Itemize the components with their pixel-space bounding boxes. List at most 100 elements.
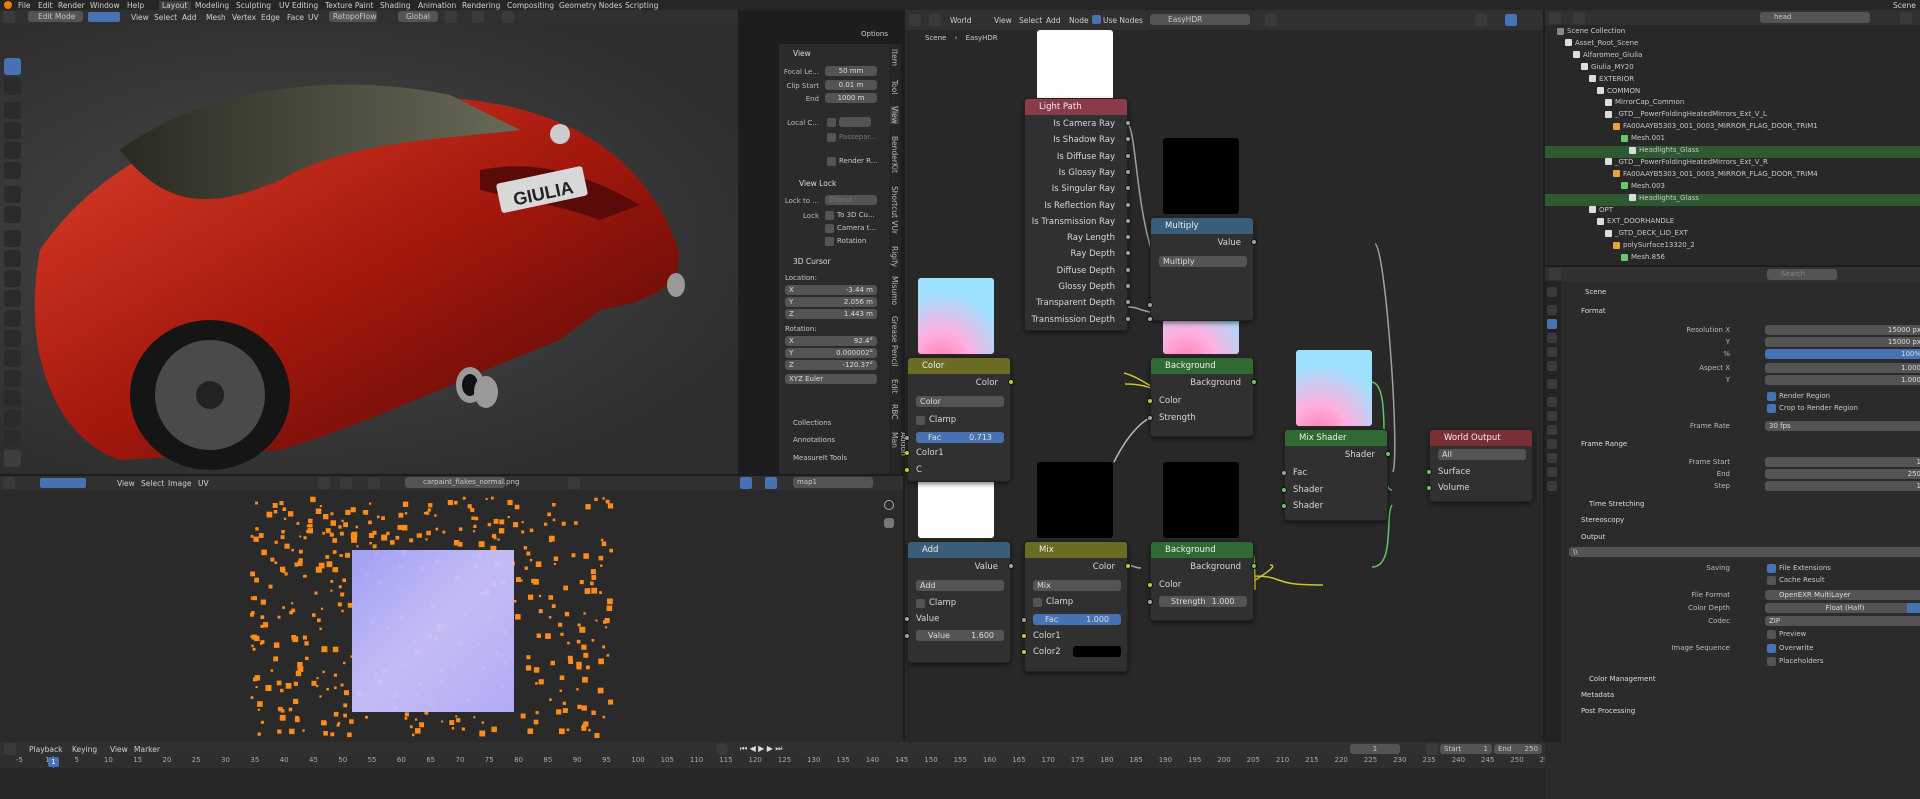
- outliner-row[interactable]: Mesh.856: [1545, 253, 1920, 265]
- uv-island[interactable]: [571, 553, 576, 558]
- uv-island[interactable]: [319, 505, 322, 508]
- uv-island[interactable]: [516, 577, 521, 582]
- shear-tool-icon[interactable]: [4, 410, 21, 427]
- mix-shader-header[interactable]: Mix Shader: [1285, 430, 1387, 446]
- constraints-tab-icon[interactable]: [1547, 453, 1557, 463]
- add-operation[interactable]: Add: [916, 580, 1004, 591]
- uv-map-selector[interactable]: map1: [793, 477, 873, 488]
- uv-island[interactable]: [606, 605, 613, 612]
- transform-tool-icon[interactable]: [4, 162, 21, 179]
- uv-image-selector[interactable]: carpaint_flakes_normal.png: [405, 477, 519, 488]
- uv-island[interactable]: [574, 521, 578, 525]
- collection-tab-icon[interactable]: [1547, 379, 1557, 389]
- background1-output-socket[interactable]: [1251, 379, 1257, 385]
- light-path-output-socket[interactable]: [1125, 168, 1131, 175]
- timeline-type-icon[interactable]: [4, 743, 16, 755]
- uv-island[interactable]: [591, 575, 597, 580]
- next-key-icon[interactable]: ▶: [767, 744, 773, 753]
- mix-shader-shader1-socket[interactable]: [1281, 487, 1287, 493]
- uv-island[interactable]: [520, 579, 523, 582]
- record-icon[interactable]: [716, 743, 728, 755]
- resolution-x-field[interactable]: 15000 px: [1765, 325, 1920, 335]
- annotate-tool-icon[interactable]: [4, 186, 21, 203]
- uv-island[interactable]: [548, 616, 552, 619]
- uv-menu-image[interactable]: Image: [168, 479, 192, 488]
- uv-island[interactable]: [559, 728, 565, 735]
- uv-island[interactable]: [535, 561, 542, 567]
- local-camera-field[interactable]: [839, 117, 871, 127]
- blender-logo-icon[interactable]: [4, 1, 12, 9]
- uv-island[interactable]: [322, 531, 325, 535]
- uv-island[interactable]: [345, 509, 351, 515]
- uv-island[interactable]: [285, 683, 292, 689]
- uv-island[interactable]: [598, 555, 604, 561]
- mix-color1-socket[interactable]: [1021, 633, 1027, 639]
- uv-island[interactable]: [289, 728, 295, 735]
- uv-island[interactable]: [415, 718, 418, 721]
- uv-island[interactable]: [462, 496, 466, 500]
- uv-island[interactable]: [297, 662, 303, 668]
- tab-misumo[interactable]: Misumo: [890, 276, 899, 305]
- menu-edit[interactable]: Edit: [38, 1, 53, 10]
- vp-menu-select[interactable]: Select: [154, 13, 177, 22]
- uv-island[interactable]: [568, 659, 574, 664]
- color-fac-field[interactable]: Fac 0.713: [916, 432, 1004, 443]
- view-layer-tab-icon[interactable]: [1547, 333, 1557, 343]
- uv-island[interactable]: [281, 709, 285, 713]
- uv-island[interactable]: [470, 508, 475, 512]
- uv-island[interactable]: [254, 577, 259, 583]
- uv-island[interactable]: [507, 499, 513, 506]
- uv-island[interactable]: [279, 501, 284, 506]
- uv-island[interactable]: [583, 612, 586, 615]
- uv-island[interactable]: [590, 581, 594, 586]
- add-clamp-checkbox[interactable]: [916, 599, 925, 608]
- light-path-output-socket[interactable]: [1125, 217, 1131, 224]
- uv-island[interactable]: [428, 503, 433, 508]
- uv-island[interactable]: [333, 711, 339, 717]
- clip-end-field[interactable]: 1000 m: [825, 93, 877, 103]
- uv-island[interactable]: [562, 701, 566, 705]
- uv-island[interactable]: [507, 516, 510, 519]
- rotate-tool-icon[interactable]: [4, 122, 21, 139]
- uv-island[interactable]: [332, 646, 339, 653]
- uv-island[interactable]: [576, 688, 579, 691]
- vp-menu-edge[interactable]: Edge: [261, 13, 280, 22]
- frame-range-header[interactable]: Frame Range: [1581, 440, 1627, 448]
- uv-island[interactable]: [602, 497, 605, 500]
- uv-menu-uv[interactable]: UV: [198, 479, 209, 488]
- light-path-header[interactable]: Light Path: [1025, 99, 1127, 115]
- uv-island[interactable]: [334, 686, 337, 690]
- light-path-output-socket[interactable]: [1125, 120, 1131, 126]
- uv-island[interactable]: [473, 524, 477, 528]
- resolution-y-field[interactable]: 15000 px: [1765, 337, 1920, 347]
- uv-island[interactable]: [260, 720, 264, 724]
- select-mode-buttons[interactable]: [88, 12, 120, 22]
- tab-layout[interactable]: Layout: [159, 1, 191, 10]
- uv-island[interactable]: [606, 654, 610, 657]
- uv-island[interactable]: [564, 611, 570, 617]
- uv-island[interactable]: [548, 595, 554, 600]
- tab-rendering[interactable]: Rendering: [462, 1, 500, 10]
- timeline-track[interactable]: [0, 768, 1545, 799]
- particles-tab-icon[interactable]: [1547, 425, 1557, 435]
- crop-region-checkbox[interactable]: [1767, 404, 1776, 413]
- uv-island[interactable]: [319, 627, 322, 630]
- uv-island[interactable]: [581, 705, 587, 711]
- uv-island[interactable]: [402, 501, 409, 507]
- uv-island[interactable]: [563, 585, 568, 591]
- tab-modeling[interactable]: Modeling: [195, 1, 229, 10]
- uv-island[interactable]: [251, 611, 255, 615]
- uv-island[interactable]: [547, 512, 551, 517]
- euler-dropdown[interactable]: XYZ Euler: [785, 374, 877, 384]
- add-value-field[interactable]: Value 1.600: [916, 630, 1004, 641]
- uv-editor[interactable]: View Select Image UV carpaint_flakes_nor…: [0, 476, 903, 742]
- uv-island[interactable]: [295, 715, 299, 720]
- uv-sync-icon[interactable]: [318, 477, 330, 489]
- uv-editor-type-icon[interactable]: [3, 477, 15, 489]
- uv-display-icon[interactable]: [740, 477, 752, 489]
- uv-island[interactable]: [343, 661, 346, 665]
- vp-menu-vertex[interactable]: Vertex: [232, 13, 256, 22]
- tab-geometry-nodes[interactable]: Geometry Nodes: [559, 1, 622, 10]
- uv-island[interactable]: [545, 633, 551, 639]
- uv-island[interactable]: [368, 520, 372, 525]
